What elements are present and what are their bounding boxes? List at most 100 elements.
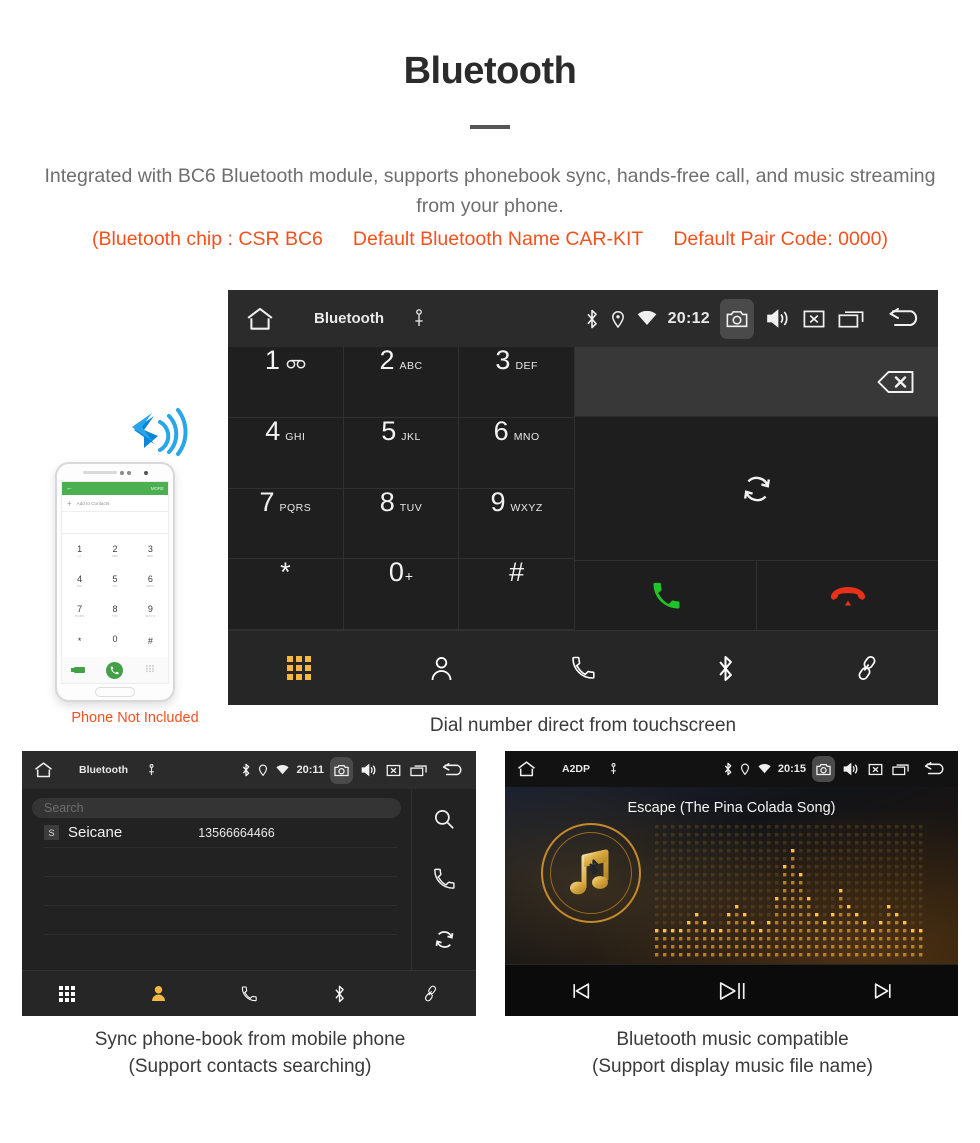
nav-dialpad[interactable]	[22, 985, 113, 1002]
nav-link[interactable]	[796, 655, 938, 681]
phonebook-sync-button[interactable]	[412, 910, 476, 970]
search-icon	[433, 808, 455, 830]
phone-key-number: 1	[77, 543, 83, 554]
dial-key-number: 3	[495, 345, 511, 375]
phonebook-app-title: Bluetooth	[79, 764, 128, 776]
recent-apps-icon[interactable]	[838, 309, 864, 329]
bluetooth-waves-icon	[120, 400, 200, 465]
camera-icon[interactable]	[720, 298, 754, 339]
spec-bt-name: Default Bluetooth Name CAR-KIT	[352, 228, 644, 250]
call-log-icon	[241, 985, 257, 1002]
nav-bluetooth[interactable]	[654, 655, 796, 682]
phonebook-call-button[interactable]	[412, 849, 476, 909]
title-divider	[470, 125, 510, 129]
call-button[interactable]	[575, 561, 756, 630]
dial-key-letters: GHI	[285, 430, 306, 443]
dial-key-4[interactable]: 4 GHI	[228, 415, 344, 489]
contact-row-empty	[44, 877, 397, 906]
contact-row-empty	[44, 906, 397, 935]
phone-more-label: MORE	[150, 486, 164, 491]
phone-key-3: 3 DEF	[133, 536, 168, 566]
backspace-icon[interactable]	[876, 369, 916, 395]
wifi-icon	[276, 765, 290, 775]
dial-key-7[interactable]: 7 PQRS	[228, 488, 344, 560]
close-box-icon[interactable]	[803, 309, 825, 329]
nav-dialpad[interactable]	[228, 656, 370, 680]
previous-button[interactable]	[505, 980, 656, 1002]
phone-keypad-toggle-icon	[133, 664, 168, 676]
home-icon[interactable]	[246, 307, 274, 331]
dial-key-hash[interactable]: #	[459, 559, 576, 630]
dial-key-3[interactable]: 3 DEF	[459, 345, 576, 418]
phone-keypad: 1 oo 2 ABC 3 DEF 4 GHI 5 JKL 6 MNO 7 PQRS 8 TUV 9 WXYZ * 0 +…	[62, 534, 168, 657]
volume-icon[interactable]	[361, 763, 377, 777]
dial-key-0[interactable]: 0 +	[343, 559, 460, 630]
music-caption-line1: Bluetooth music compatible	[616, 1029, 849, 1050]
link-icon	[854, 655, 880, 681]
dial-key-2[interactable]: 2 ABC	[343, 347, 460, 418]
back-icon[interactable]	[924, 761, 948, 777]
dial-key-5[interactable]: 5 JKL	[343, 417, 460, 489]
phone-key-hash: #	[133, 627, 168, 657]
phone-key-number: 7	[77, 604, 83, 615]
nav-contacts[interactable]	[370, 656, 512, 681]
music-status-bar: A2DP 20:15	[505, 751, 958, 787]
phone-key-number: *	[77, 636, 82, 647]
phone-not-included-label: Phone Not Included	[71, 710, 199, 726]
phone-key-5: 5 JKL	[97, 566, 132, 596]
spec-line: (Bluetooth chip : CSR BC6 Default Blueto…	[0, 228, 980, 251]
phone-key-number: 9	[147, 604, 153, 615]
back-icon[interactable]	[442, 762, 466, 778]
nav-call-log[interactable]	[512, 656, 654, 680]
dial-key-9[interactable]: 9 WXYZ	[459, 486, 576, 560]
call-icon	[651, 581, 681, 611]
back-icon[interactable]	[888, 307, 924, 330]
hangup-button[interactable]	[756, 561, 938, 630]
album-art	[541, 823, 641, 923]
play-pause-button[interactable]	[656, 977, 807, 1005]
dialer-keypad: 1 2 ABC 3 DEF 4 GHI 5 JKL 6 MNO 7 PQRS 8 TUV 9 WXYZ * 0 + #	[228, 345, 576, 630]
nav-link[interactable]	[385, 985, 476, 1002]
dialed-number-field[interactable]	[575, 347, 938, 417]
phone-mockup: ← MORE + Add to Contacts 1 oo 2 ABC 3 DEF 4 GHI…	[40, 400, 230, 740]
recent-apps-icon[interactable]	[410, 764, 427, 777]
music-note-bluetooth-icon	[541, 823, 641, 923]
dial-key-6[interactable]: 6 MNO	[459, 417, 576, 489]
dial-key-number: *	[280, 557, 291, 588]
nav-contacts[interactable]	[113, 985, 204, 1002]
home-icon[interactable]	[517, 761, 536, 777]
dial-key-letters: DEF	[515, 360, 538, 372]
dialpad-icon	[59, 985, 76, 1002]
volume-icon[interactable]	[766, 308, 790, 329]
phone-key-7: 7 PQRS	[62, 597, 97, 627]
dial-key-1[interactable]: 1	[228, 347, 344, 418]
nav-call-log[interactable]	[204, 985, 295, 1002]
search-input[interactable]: Search	[32, 798, 401, 818]
camera-icon[interactable]	[812, 756, 835, 782]
camera-icon[interactable]	[330, 756, 353, 784]
phonebook-search-button[interactable]	[412, 789, 476, 849]
phone-key-9: 9 WXYZ	[133, 597, 168, 627]
next-button[interactable]	[807, 980, 958, 1002]
recent-apps-icon[interactable]	[892, 763, 909, 776]
dial-key-8[interactable]: 8 TUV	[343, 488, 460, 560]
dialer-sync-button[interactable]	[575, 417, 938, 561]
contact-initial-badge: S	[44, 825, 59, 840]
phone-home-button	[57, 684, 173, 700]
close-box-icon[interactable]	[868, 763, 883, 776]
home-icon[interactable]	[34, 762, 53, 778]
volume-icon[interactable]	[843, 762, 859, 776]
wifi-icon	[637, 311, 657, 326]
nav-bluetooth[interactable]	[294, 985, 385, 1003]
spec-pair-code: Default Pair Code: 0000)	[673, 228, 888, 250]
intro-paragraph: Integrated with BC6 Bluetooth module, su…	[44, 165, 936, 217]
phone-key-letters: ABC	[111, 553, 119, 558]
contact-row[interactable]: S Seicane 13566664466	[44, 818, 397, 848]
dial-key-star[interactable]: *	[228, 559, 344, 630]
phone-key-letters: oo	[77, 553, 82, 558]
close-box-icon[interactable]	[386, 764, 401, 777]
dial-key-number: 4	[265, 415, 281, 446]
plus-icon: +	[67, 498, 72, 508]
dial-key-number: 9	[490, 486, 506, 517]
sync-icon	[740, 472, 774, 506]
